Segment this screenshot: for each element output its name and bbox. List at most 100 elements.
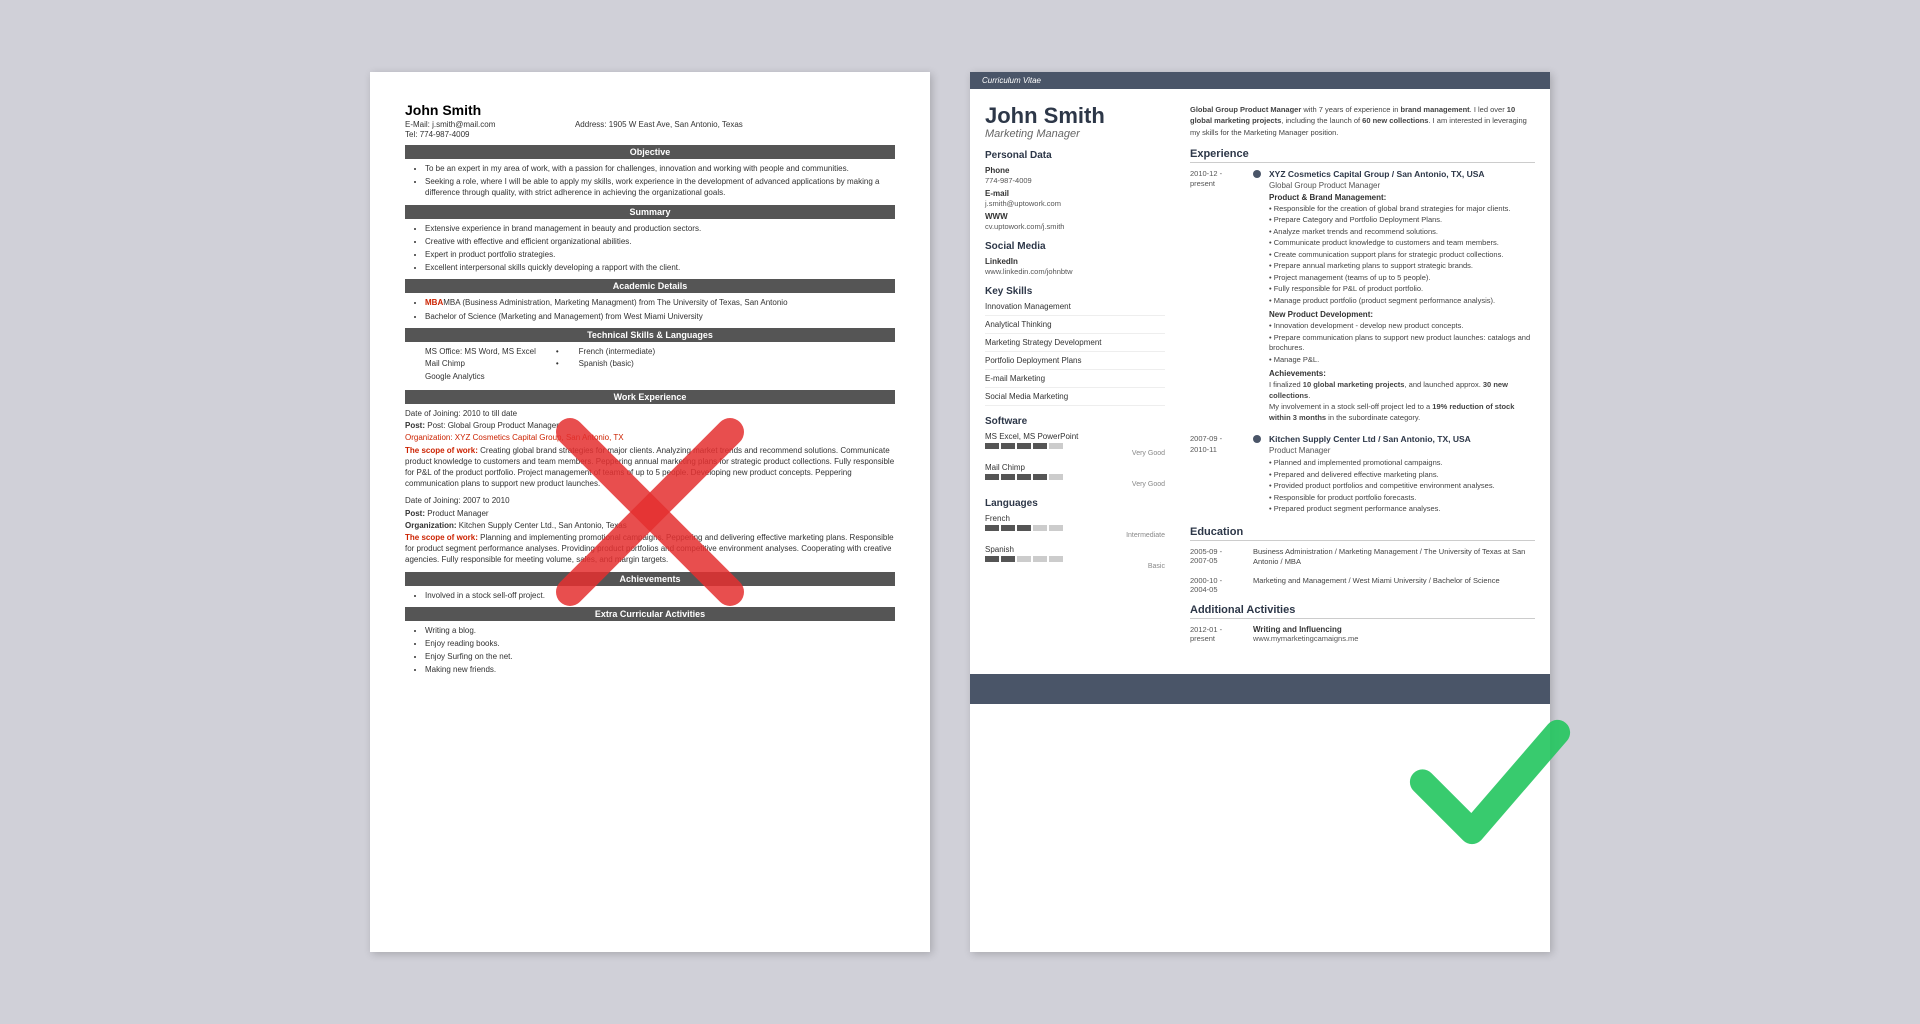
exp1-npd-b1: • Innovation development - develop new p… <box>1269 321 1535 332</box>
technical-skills: MS Office: MS Word, MS Excel Mail Chimp … <box>425 346 895 384</box>
edu2-content: Marketing and Management / West Miami Un… <box>1253 576 1535 594</box>
lang-bar-b2 <box>1001 556 1015 562</box>
summary-item-3: Expert in product portfolio strategies. <box>425 249 895 260</box>
exp2-b1: • Planned and implemented promotional ca… <box>1269 458 1535 469</box>
summary-header: Summary <box>405 205 895 219</box>
bar-b1 <box>985 443 999 449</box>
key-skills-title: Key Skills <box>985 286 1165 297</box>
lang-bar-b4 <box>1033 556 1047 562</box>
software-2-label: Very Good <box>985 481 1165 488</box>
exp1-section1-label: Product & Brand Management: <box>1269 193 1535 202</box>
intro-text: Global Group Product Manager with 7 year… <box>1190 104 1535 138</box>
bottom-bar <box>970 674 1550 704</box>
skill-4: Portfolio Deployment Plans <box>985 356 1165 370</box>
software-2: Mail Chimp Very Good <box>985 463 1165 488</box>
extra-header: Extra Curricular Activities <box>405 607 895 621</box>
right-name: John Smith <box>985 104 1165 128</box>
academic-list: MBAMBA (Business Administration, Marketi… <box>425 297 895 321</box>
software-1-label: Very Good <box>985 450 1165 457</box>
www-value: cv.uptowork.com/j.smith <box>985 222 1165 231</box>
summary-item-1: Extensive experience in brand management… <box>425 223 895 234</box>
phone-value: 774-987-4009 <box>985 176 1165 185</box>
phone-label: Phone <box>985 166 1165 175</box>
achievements-header: Achievements <box>405 572 895 586</box>
extra-list: Writing a blog. Enjoy reading books. Enj… <box>425 625 895 676</box>
exp1-b1: • Responsible for the creation of global… <box>1269 204 1535 215</box>
work1-org: Organization: XYZ Cosmetics Capital Grou… <box>405 432 895 443</box>
exp2-b4: • Responsible for product portfolio fore… <box>1269 493 1535 504</box>
summary-item-2: Creative with effective and efficient or… <box>425 236 895 247</box>
left-resume: John Smith E-Mail: j.smith@mail.com Addr… <box>370 72 930 952</box>
bar-c4 <box>1033 474 1047 480</box>
edu2-date: 2000-10 - 2004-05 <box>1190 576 1245 594</box>
left-name: John Smith <box>405 102 895 118</box>
academic-item-2: Bachelor of Science (Marketing and Manag… <box>425 311 895 322</box>
exp2-b5: • Prepared product segment performance a… <box>1269 504 1535 515</box>
languages-title: Languages <box>985 498 1165 509</box>
work1-date: Date of Joining: 2010 to till date <box>405 408 895 419</box>
exp2-org: Kitchen Supply Center Ltd / San Antonio,… <box>1269 434 1535 444</box>
exp2-content: Kitchen Supply Center Ltd / San Antonio,… <box>1269 434 1535 516</box>
exp2-date: 2007-09 - 2010-11 <box>1190 434 1245 516</box>
exp2-b3: • Provided product portfolios and compet… <box>1269 481 1535 492</box>
academic-header: Academic Details <box>405 279 895 293</box>
skill-6: Social Media Marketing <box>985 392 1165 406</box>
bar-b5 <box>1049 443 1063 449</box>
lang-1-label: Intermediate <box>985 532 1165 539</box>
lang-1-bar <box>985 525 1165 531</box>
work1-post: Post: Post: Global Group Product Manager <box>405 420 895 431</box>
education-title: Education <box>1190 526 1535 541</box>
exp2-b2: • Prepared and delivered effective marke… <box>1269 470 1535 481</box>
left-tel: Tel: 774-987-4009 <box>405 130 895 139</box>
tech-col-left: MS Office: MS Word, MS Excel Mail Chimp … <box>425 346 536 384</box>
bar-c1 <box>985 474 999 480</box>
lang-bar-b1 <box>985 556 999 562</box>
right-title: Marketing Manager <box>985 128 1165 140</box>
objective-item-2: Seeking a role, where I will be able to … <box>425 176 895 198</box>
work2-scope: The scope of work: Planning and implemen… <box>405 532 895 566</box>
achievements-list: Involved in a stock sell-off project. <box>425 590 895 601</box>
software-2-bar <box>985 474 1165 480</box>
bar-c2 <box>1001 474 1015 480</box>
edu1-date: 2005-09 - 2007-05 <box>1190 547 1245 568</box>
exp1-b6: • Prepare annual marketing plans to supp… <box>1269 261 1535 272</box>
exp1-b9: • Manage product portfolio (product segm… <box>1269 296 1535 307</box>
edu1-content: Business Administration / Marketing Mana… <box>1253 547 1535 568</box>
lang-bar-b5 <box>1049 556 1063 562</box>
exp2-role: Product Manager <box>1269 446 1535 455</box>
exp1-b7: • Project management (teams of up to 5 p… <box>1269 273 1535 284</box>
exp1-dot-circle <box>1253 170 1261 178</box>
social-media-title: Social Media <box>985 241 1165 252</box>
add1-date: 2012-01 - present <box>1190 625 1245 643</box>
lang-bar-a5 <box>1049 525 1063 531</box>
bar-b3 <box>1017 443 1031 449</box>
lang-bar-b3 <box>1017 556 1031 562</box>
exp1-b5: • Create communication support plans for… <box>1269 250 1535 261</box>
right-resume-right-col: Global Group Product Manager with 7 year… <box>1180 89 1550 664</box>
work2-org: Organization: Kitchen Supply Center Ltd.… <box>405 520 895 531</box>
add-entry-1: 2012-01 - present Writing and Influencin… <box>1190 625 1535 643</box>
summary-item-4: Excellent interpersonal skills quickly d… <box>425 262 895 273</box>
exp1-b4: • Communicate product knowledge to custo… <box>1269 238 1535 249</box>
right-resume: Curriculum Vitae John Smith Marketing Ma… <box>970 72 1550 952</box>
personal-data-title: Personal Data <box>985 150 1165 161</box>
work2-date: Date of Joining: 2007 to 2010 <box>405 495 895 506</box>
extra-item-2: Enjoy reading books. <box>425 638 895 649</box>
lang-bar-a3 <box>1017 525 1031 531</box>
linkedin-value: www.linkedin.com/johnbtw <box>985 267 1165 276</box>
objective-item-1: To be an expert in my area of work, with… <box>425 163 895 174</box>
work2-post: Post: Product Manager <box>405 508 895 519</box>
extra-item-3: Enjoy Surfing on the net. <box>425 651 895 662</box>
bar-b4 <box>1033 443 1047 449</box>
edu-entry-1: 2005-09 - 2007-05 Business Administratio… <box>1190 547 1535 568</box>
exp1-dot <box>1253 169 1261 425</box>
right-resume-left-col: John Smith Marketing Manager Personal Da… <box>970 89 1180 664</box>
email-value: j.smith@uptowork.com <box>985 199 1165 208</box>
www-label: WWW <box>985 212 1165 221</box>
skill-2: Analytical Thinking <box>985 320 1165 334</box>
linkedin-label: LinkedIn <box>985 257 1165 266</box>
software-1: MS Excel, MS PowerPoint Very Good <box>985 432 1165 457</box>
lang-2-label: Basic <box>985 563 1165 570</box>
lang-bar-a4 <box>1033 525 1047 531</box>
lang-bar-a1 <box>985 525 999 531</box>
